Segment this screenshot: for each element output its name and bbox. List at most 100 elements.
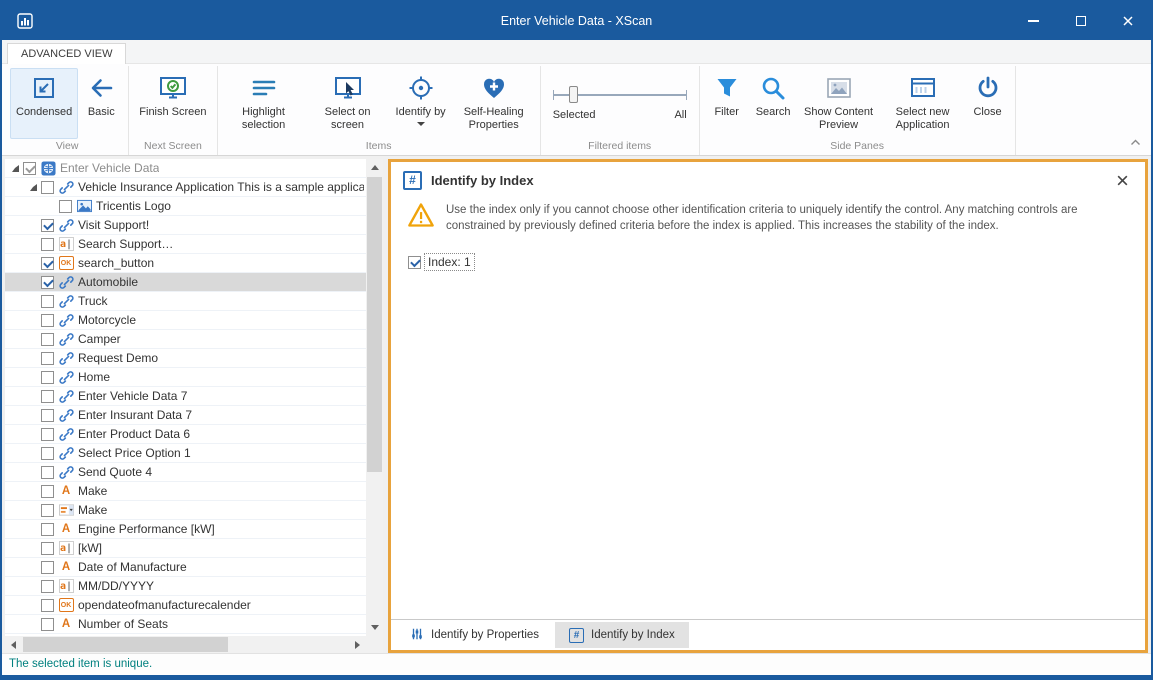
tree-item-checkbox[interactable] xyxy=(41,618,54,631)
tree-item-checkbox[interactable] xyxy=(41,542,54,555)
maximize-button[interactable] xyxy=(1057,2,1104,40)
tree-item[interactable]: Truck xyxy=(5,292,366,311)
close-window-button[interactable] xyxy=(1104,2,1151,40)
expander-icon[interactable] xyxy=(27,181,40,194)
show-content-preview-button[interactable]: Show Content Preview xyxy=(797,68,881,139)
select-on-screen-button[interactable]: Select on screen xyxy=(306,68,390,139)
label-icon: A xyxy=(58,522,74,537)
slider-thumb[interactable] xyxy=(569,86,578,103)
minimize-button[interactable] xyxy=(1010,2,1057,40)
tree-item-checkbox[interactable] xyxy=(23,162,36,175)
self-healing-properties-button[interactable]: Self-Healing Properties xyxy=(452,68,536,139)
tree-item[interactable]: Request Demo xyxy=(5,349,366,368)
expander-icon[interactable] xyxy=(9,162,22,175)
tree-item-checkbox[interactable] xyxy=(41,504,54,517)
scrollbar-corner xyxy=(366,636,383,653)
tree-item[interactable]: OKsearch_button xyxy=(5,254,366,273)
tree-item-checkbox[interactable] xyxy=(41,409,54,422)
tree-item[interactable]: Motorcycle xyxy=(5,311,366,330)
tree-item-checkbox[interactable] xyxy=(41,390,54,403)
tree-item-checkbox[interactable] xyxy=(41,523,54,536)
filter-button[interactable]: Filter xyxy=(704,68,750,139)
tree-item[interactable]: Tricentis Logo xyxy=(5,197,366,216)
tree-item[interactable]: a|Search Support… xyxy=(5,235,366,254)
tree-item[interactable]: a|MM/DD/YYYY xyxy=(5,577,366,596)
horizontal-scroll-thumb[interactable] xyxy=(23,637,228,652)
tree-item-checkbox[interactable] xyxy=(41,599,54,612)
tree-item-checkbox[interactable] xyxy=(41,447,54,460)
tree-item-checkbox[interactable] xyxy=(41,257,54,270)
tree-item[interactable]: ANumber of Seats xyxy=(5,615,366,634)
scroll-down-icon[interactable] xyxy=(366,619,383,636)
tree-item[interactable]: Enter Vehicle Data 7 xyxy=(5,387,366,406)
scroll-up-icon[interactable] xyxy=(366,159,383,176)
tab-advanced-view[interactable]: ADVANCED VIEW xyxy=(7,43,126,64)
tab-identify-by-index[interactable]: # Identify by Index xyxy=(555,622,689,648)
tree-item[interactable]: Camper xyxy=(5,330,366,349)
tree-item[interactable]: Automobile xyxy=(5,273,366,292)
tree-item[interactable]: Send Quote 4 xyxy=(5,463,366,482)
link-icon xyxy=(58,313,74,328)
tree-item[interactable]: Enter Insurant Data 7 xyxy=(5,406,366,425)
ribbon-group-items: Highlight selection Select on screen Ide… xyxy=(218,66,541,155)
tree-item-checkbox[interactable] xyxy=(41,371,54,384)
index-checkbox[interactable] xyxy=(408,256,421,269)
tree-item[interactable]: a|[kW] xyxy=(5,539,366,558)
scroll-right-icon[interactable] xyxy=(349,636,366,653)
tree-horizontal-scrollbar[interactable] xyxy=(5,636,366,653)
link-icon xyxy=(58,370,74,385)
tree-vertical-scrollbar[interactable] xyxy=(366,159,383,636)
collapse-ribbon-icon[interactable] xyxy=(1129,134,1142,152)
tree-item-checkbox[interactable] xyxy=(41,352,54,365)
finish-screen-button[interactable]: Finish Screen xyxy=(133,68,212,139)
close-pane-x-button[interactable] xyxy=(1112,170,1133,191)
tree-item-checkbox[interactable] xyxy=(41,561,54,574)
identify-by-button[interactable]: Identify by xyxy=(390,68,452,139)
ribbon-group-side-panes: Filter Search Show Content Preview xyxy=(700,66,1016,155)
tree-item[interactable]: Vehicle Insurance Application This is a … xyxy=(5,178,366,197)
tree-item-checkbox[interactable] xyxy=(41,580,54,593)
tree-item[interactable]: Enter Product Data 6 xyxy=(5,425,366,444)
slider-track[interactable] xyxy=(553,86,687,103)
tree-item-checkbox[interactable] xyxy=(41,314,54,327)
tree-item-checkbox[interactable] xyxy=(41,428,54,441)
index-checkbox-row: Index: 1 xyxy=(407,254,1129,270)
tab-identify-by-properties[interactable]: Identify by Properties xyxy=(396,622,553,648)
tab-label: Identify by Properties xyxy=(431,629,539,641)
tree-item-checkbox[interactable] xyxy=(41,333,54,346)
expander-spacer xyxy=(27,333,40,346)
tree-item-checkbox[interactable] xyxy=(41,219,54,232)
vertical-scroll-thumb[interactable] xyxy=(367,177,382,472)
tree-item-checkbox[interactable] xyxy=(41,276,54,289)
highlight-selection-button[interactable]: Highlight selection xyxy=(222,68,306,139)
tree-item-label: Search Support… xyxy=(78,237,173,251)
expander-spacer xyxy=(27,409,40,422)
search-button[interactable]: Search xyxy=(750,68,797,139)
expander-spacer xyxy=(27,371,40,384)
tree-item-checkbox[interactable] xyxy=(41,295,54,308)
finish-screen-label: Finish Screen xyxy=(139,106,206,119)
tree-item[interactable]: Enter Vehicle Data xyxy=(5,159,366,178)
tree-item-checkbox[interactable] xyxy=(59,200,72,213)
tree-item[interactable]: AMake xyxy=(5,482,366,501)
tree-item-checkbox[interactable] xyxy=(41,238,54,251)
tree-item[interactable]: Make xyxy=(5,501,366,520)
tree-item[interactable]: AEngine Performance [kW] xyxy=(5,520,366,539)
close-icon xyxy=(1122,15,1134,27)
tree-item[interactable]: ADate of Manufacture xyxy=(5,558,366,577)
scroll-left-icon[interactable] xyxy=(5,636,22,653)
tree-item-checkbox[interactable] xyxy=(41,485,54,498)
group-label-items: Items xyxy=(220,139,538,155)
tree-item[interactable]: Home xyxy=(5,368,366,387)
tree-item[interactable]: Visit Support! xyxy=(5,216,366,235)
tree-item[interactable]: Select Price Option 1 xyxy=(5,444,366,463)
select-new-application-button[interactable]: Select new Application xyxy=(881,68,965,139)
condensed-label: Condensed xyxy=(16,106,72,119)
power-close-icon xyxy=(974,73,1002,103)
close-pane-button[interactable]: Close xyxy=(965,68,1011,139)
tree-item-checkbox[interactable] xyxy=(41,181,54,194)
basic-button[interactable]: Basic xyxy=(78,68,124,139)
condensed-button[interactable]: Condensed xyxy=(10,68,78,139)
tree-item[interactable]: OKopendateofmanufacturecalender xyxy=(5,596,366,615)
tree-item-checkbox[interactable] xyxy=(41,466,54,479)
